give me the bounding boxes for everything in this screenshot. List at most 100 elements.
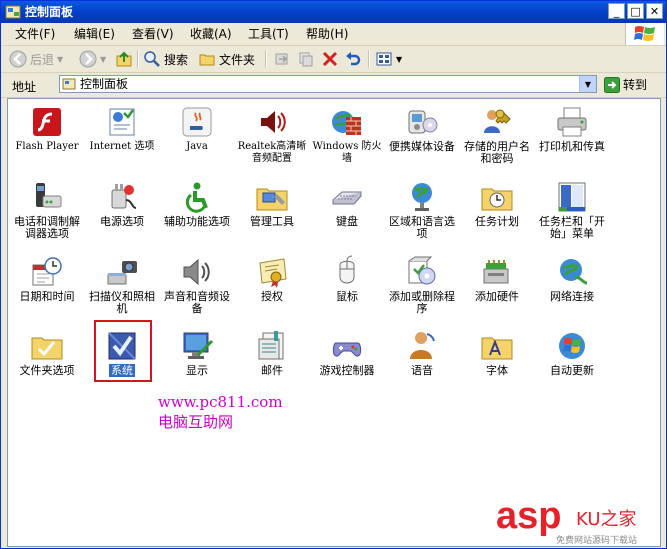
folders-icon — [199, 54, 215, 66]
up-folder-icon — [116, 51, 132, 67]
control-panel-item[interactable]: 网络连接 — [535, 255, 609, 303]
item-label: 便携媒体设备 — [389, 140, 455, 153]
address-input[interactable]: 控制面板 ▼ — [59, 75, 597, 93]
address-label: 地址 — [12, 80, 37, 94]
control-panel-item[interactable]: Internet 选项 — [85, 105, 159, 153]
up-button[interactable] — [115, 50, 133, 68]
control-panel-item[interactable]: 自动更新 — [535, 329, 609, 377]
menu-help[interactable]: 帮助(H) — [306, 27, 348, 41]
menu-view[interactable]: 查看(V) — [132, 27, 174, 41]
chevron-down-icon: ▼ — [584, 79, 592, 89]
control-panel-item[interactable]: 添加或删除程序 — [385, 255, 459, 315]
phone-modem-icon — [30, 180, 64, 214]
close-icon: ✕ — [649, 4, 660, 18]
move-to-button[interactable] — [273, 50, 291, 68]
control-panel-item[interactable]: 辅助功能选项 — [160, 180, 234, 228]
admin-tools-icon — [255, 180, 289, 214]
folders-button[interactable]: 文件夹 — [198, 50, 255, 68]
title-bar[interactable]: 控制面板 _ □ ✕ — [1, 1, 666, 23]
back-arrow-icon — [9, 50, 27, 68]
delete-icon — [322, 51, 338, 67]
menu-file[interactable]: 文件(F) — [15, 27, 55, 41]
forward-button[interactable]: ▼ — [79, 50, 106, 68]
realtek-audio-icon — [255, 105, 289, 139]
control-panel-item[interactable]: 打印机和传真 — [535, 105, 609, 153]
add-hardware-icon — [480, 255, 514, 289]
icon-view[interactable]: Flash Player Internet 选项 Java Realtek高清晰音频配… — [7, 98, 661, 547]
control-panel-item[interactable]: 邮件 — [235, 329, 309, 377]
maximize-button[interactable]: □ — [627, 3, 644, 19]
item-label: 存储的用户名和密码 — [464, 140, 530, 165]
forward-dropdown-icon[interactable]: ▼ — [100, 55, 106, 64]
control-panel-item[interactable]: 语音 — [385, 329, 459, 377]
go-button[interactable]: 转到 — [604, 75, 660, 94]
menu-tools[interactable]: 工具(T) — [248, 27, 289, 41]
item-label: 自动更新 — [550, 364, 594, 377]
views-button[interactable]: ▼ — [375, 50, 402, 68]
copy-to-button[interactable] — [297, 50, 315, 68]
add-remove-programs-icon — [405, 255, 439, 289]
windows-logo — [625, 23, 664, 45]
back-dropdown-icon[interactable]: ▼ — [57, 55, 63, 64]
keyboard-icon — [330, 180, 364, 214]
item-label: 声音和音频设备 — [164, 290, 230, 315]
control-panel-item[interactable]: 键盘 — [310, 180, 384, 228]
control-panel-item[interactable]: Realtek高清晰音频配置 — [235, 105, 309, 165]
accessibility-icon — [180, 180, 214, 214]
item-label: Java — [186, 141, 208, 152]
speech-icon — [405, 329, 439, 363]
control-panel-item[interactable]: Flash Player — [10, 105, 84, 153]
item-label: 显示 — [186, 364, 208, 377]
control-panel-item[interactable]: 鼠标 — [310, 255, 384, 303]
control-panel-item[interactable]: 字体 — [460, 329, 534, 377]
control-panel-item[interactable]: Java — [160, 105, 234, 153]
menu-favorites[interactable]: 收藏(A) — [190, 27, 232, 41]
fonts-icon — [480, 329, 514, 363]
item-label: 文件夹选项 — [19, 364, 75, 377]
menu-edit[interactable]: 编辑(E) — [74, 27, 115, 41]
minimize-button[interactable]: _ — [608, 3, 625, 19]
delete-button[interactable] — [321, 50, 339, 68]
item-label: 授权 — [261, 290, 283, 303]
item-label: 字体 — [486, 364, 508, 377]
portable-media-icon — [405, 105, 439, 139]
address-dropdown-button[interactable]: ▼ — [579, 76, 596, 92]
control-panel-item[interactable]: 任务计划 — [460, 180, 534, 228]
search-icon — [144, 51, 160, 67]
control-panel-item[interactable]: 区域和语言选项 — [385, 180, 459, 240]
java-icon — [180, 105, 214, 139]
control-panel-item[interactable]: 声音和音频设备 — [160, 255, 234, 315]
undo-button[interactable] — [344, 50, 362, 68]
control-panel-item[interactable]: 文件夹选项 — [10, 329, 84, 377]
control-panel-item[interactable]: 任务栏和「开始」菜单 — [535, 180, 609, 240]
move-to-icon — [275, 53, 288, 65]
item-label: 扫描仪和照相机 — [89, 290, 155, 315]
auto-update-icon — [555, 329, 589, 363]
search-button[interactable]: 搜索 — [143, 50, 188, 68]
control-panel-item[interactable]: 电源选项 — [85, 180, 159, 228]
control-panel-item[interactable]: 添加硬件 — [460, 255, 534, 303]
folders-label: 文件夹 — [219, 52, 256, 67]
control-panel-item[interactable]: 扫描仪和照相机 — [85, 255, 159, 315]
game-controller-icon — [330, 329, 364, 363]
control-panel-item[interactable]: 便携媒体设备 — [385, 105, 459, 153]
mail-icon — [255, 329, 289, 363]
asp-brand-text: asp — [496, 495, 562, 537]
back-button[interactable]: 后退 ▼ — [9, 50, 63, 68]
item-label: 打印机和传真 — [539, 140, 605, 153]
item-label: 任务计划 — [475, 215, 519, 228]
control-panel-item[interactable]: 显示 — [160, 329, 234, 377]
stored-passwords-icon — [480, 105, 514, 139]
control-panel-item[interactable]: 存储的用户名和密码 — [460, 105, 534, 165]
control-panel-item[interactable]: Windows 防火墙 — [310, 105, 384, 165]
control-panel-item[interactable]: 管理工具 — [235, 180, 309, 228]
views-dropdown-icon[interactable]: ▼ — [396, 55, 402, 64]
asp-watermark-logo: asp KU之家 免费网站源码下载站 — [496, 495, 658, 546]
control-panel-item[interactable]: 游戏控制器 — [310, 329, 384, 377]
control-panel-item[interactable]: 电话和调制解调器选项 — [10, 180, 84, 240]
license-icon — [255, 255, 289, 289]
close-button[interactable]: ✕ — [646, 3, 663, 19]
control-panel-item[interactable]: 授权 — [235, 255, 309, 303]
control-panel-item[interactable]: 日期和时间 — [10, 255, 84, 303]
item-label: 添加硬件 — [475, 290, 519, 303]
